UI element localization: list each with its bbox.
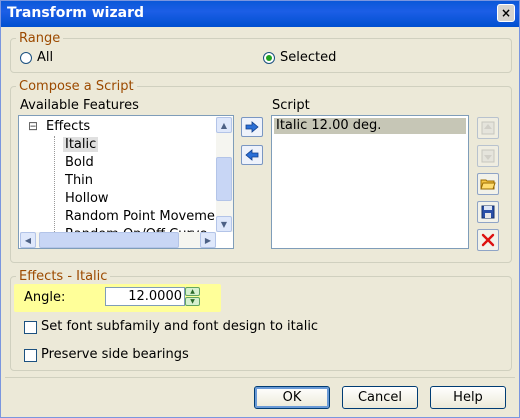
open-script-button[interactable] [477, 173, 499, 195]
range-selected-label[interactable]: Selected [280, 50, 336, 65]
title-bar: Transform wizard × [1, 1, 519, 27]
italic-subfamily-checkbox[interactable] [24, 321, 37, 334]
effects-legend: Effects - Italic [19, 269, 108, 284]
available-features-label: Available Features [20, 98, 139, 113]
range-all-radio[interactable] [20, 52, 32, 64]
script-label: Script [272, 98, 310, 113]
tree-item-thin[interactable]: Thin [65, 173, 93, 188]
tree-item-hollow[interactable]: Hollow [65, 191, 109, 206]
scroll-thumb[interactable] [216, 157, 232, 201]
arrow-left-icon [245, 149, 259, 161]
tree-item-random-point[interactable]: Random Point Moveme [65, 209, 215, 224]
arrow-right-icon [245, 121, 259, 133]
spin-down-icon[interactable]: ▼ [185, 297, 200, 306]
range-group: Range [10, 31, 512, 73]
tree-expander-icon[interactable]: ⊟ [28, 119, 38, 133]
spin-up-icon[interactable]: ▲ [185, 287, 200, 296]
angle-input[interactable]: 12.0000 [105, 287, 185, 306]
move-up-icon [481, 121, 495, 135]
range-legend: Range [19, 31, 61, 46]
save-script-button[interactable] [477, 201, 499, 223]
ok-button[interactable]: OK [254, 386, 330, 409]
move-down-button[interactable] [477, 145, 499, 167]
preserve-bearings-checkbox[interactable] [24, 349, 37, 362]
tree-item-bold[interactable]: Bold [65, 155, 94, 170]
tree-root-effects[interactable]: Effects [46, 119, 90, 134]
tree-item-italic[interactable]: Italic [63, 137, 99, 152]
scroll-down-icon[interactable]: ▼ [216, 216, 232, 232]
footer-divider [5, 377, 515, 378]
script-item[interactable]: Italic 12.00 deg. [274, 118, 466, 134]
tree-vertical-scrollbar[interactable]: ▲ ▼ [216, 117, 233, 232]
close-icon: × [500, 6, 512, 20]
remove-from-script-button[interactable] [241, 145, 263, 165]
tree-horizontal-scrollbar[interactable]: ◀ ▶ [20, 232, 216, 248]
preserve-bearings-label[interactable]: Preserve side bearings [41, 347, 189, 362]
scroll-up-icon[interactable]: ▲ [216, 117, 232, 133]
delete-x-icon [481, 233, 495, 247]
hscroll-thumb[interactable] [39, 232, 179, 248]
move-up-button[interactable] [477, 117, 499, 139]
scroll-right-icon[interactable]: ▶ [200, 232, 216, 248]
cancel-button[interactable]: Cancel [342, 386, 418, 409]
delete-script-item-button[interactable] [477, 229, 499, 251]
close-button[interactable]: × [497, 4, 515, 22]
range-all-label[interactable]: All [37, 50, 53, 65]
italic-subfamily-label[interactable]: Set font subfamily and font design to it… [41, 319, 318, 334]
folder-open-icon [480, 179, 496, 190]
compose-legend: Compose a Script [19, 79, 134, 94]
script-list[interactable]: Italic 12.00 deg. [271, 115, 469, 249]
window-title: Transform wizard [7, 5, 144, 21]
add-to-script-button[interactable] [241, 117, 263, 137]
angle-spinner[interactable]: ▲ ▼ [185, 287, 200, 306]
range-selected-radio[interactable] [263, 52, 275, 64]
move-down-icon [481, 149, 495, 163]
transform-wizard-dialog: Transform wizard × Range All Selected Co… [0, 0, 520, 418]
available-features-tree[interactable]: ⊟ Effects Italic Bold Thin Hollow Random… [18, 115, 234, 249]
save-disk-icon [481, 205, 495, 219]
angle-label: Angle: [24, 290, 66, 305]
help-button[interactable]: Help [430, 386, 506, 409]
scroll-left-icon[interactable]: ◀ [20, 232, 36, 248]
